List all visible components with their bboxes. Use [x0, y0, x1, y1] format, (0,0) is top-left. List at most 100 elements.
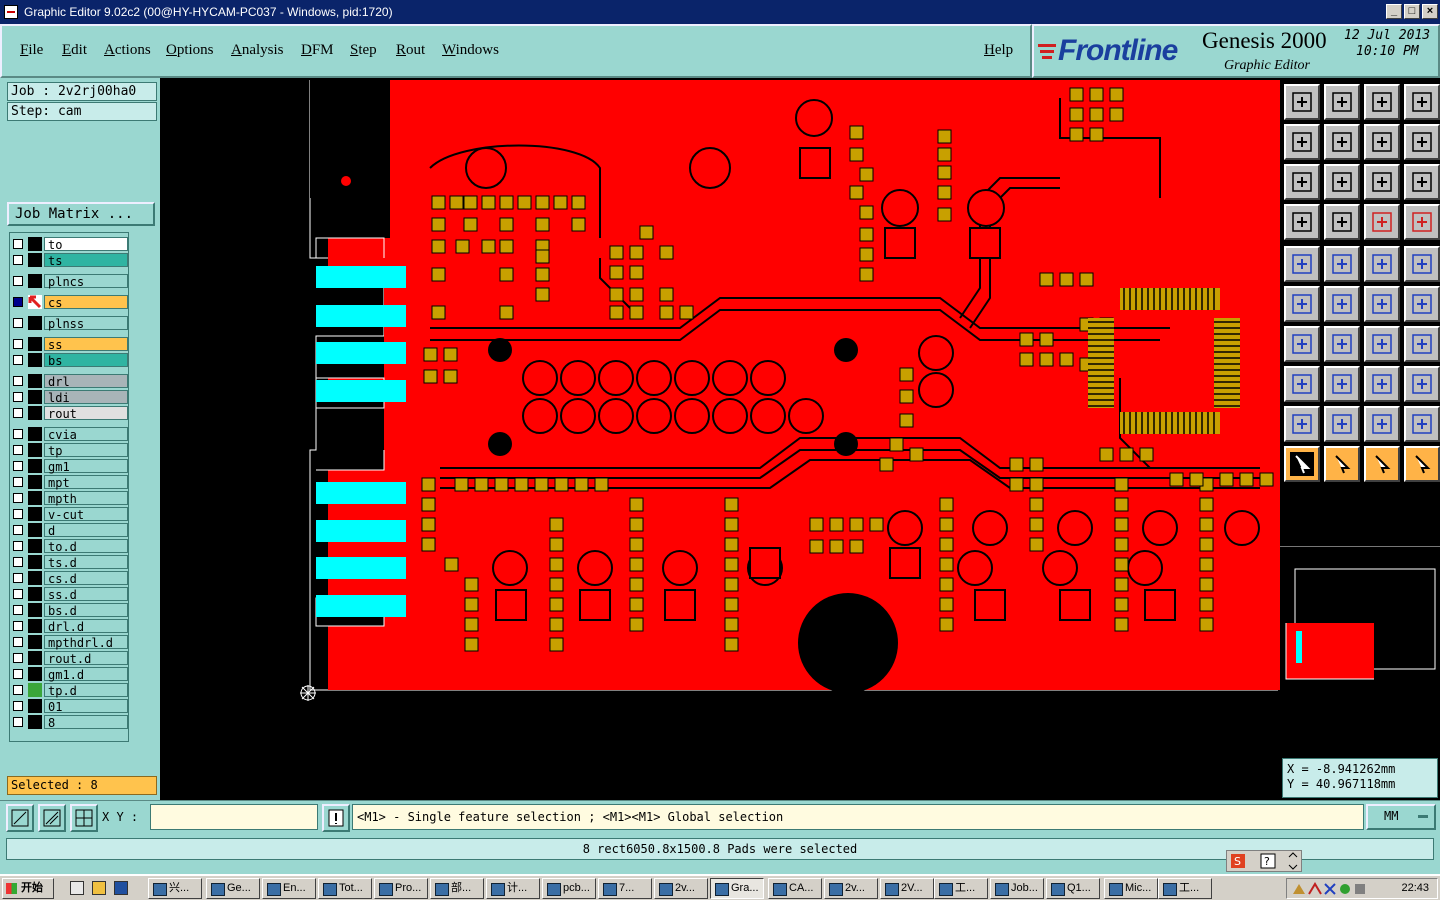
layer-checkbox[interactable] [13, 717, 23, 727]
mirror-button[interactable] [1404, 326, 1440, 362]
minus-button[interactable] [1324, 366, 1360, 402]
taskbar-button[interactable]: Job... [990, 878, 1044, 899]
job-matrix-button[interactable]: Job Matrix ... [7, 202, 155, 226]
line-button[interactable] [1284, 326, 1320, 362]
layer-checkbox[interactable] [13, 276, 23, 286]
start-button[interactable]: 开始 [2, 878, 54, 899]
taskbar-button[interactable]: Tot... [318, 878, 372, 899]
taskbar-button[interactable]: Ge... [206, 878, 260, 899]
layer-name[interactable]: ss.d [44, 587, 128, 602]
graphics-canvas[interactable] [160, 78, 1280, 800]
taskbar-button[interactable]: Pro... [374, 878, 428, 899]
layer-checkbox[interactable] [13, 408, 23, 418]
cross-button[interactable] [1324, 286, 1360, 322]
layer-checkbox[interactable] [13, 685, 23, 695]
layer-checkbox[interactable] [13, 355, 23, 365]
draw-button[interactable] [1324, 326, 1360, 362]
layer-checkbox[interactable] [13, 392, 23, 402]
layer-row[interactable]: to [10, 237, 128, 252]
pcb-view[interactable] [160, 78, 1280, 800]
menu-analysis[interactable]: Analysis [231, 42, 284, 59]
layer-name[interactable]: mpt [44, 475, 128, 490]
copy-button[interactable] [1404, 406, 1440, 442]
layer-checkbox[interactable] [13, 557, 23, 567]
layer-row[interactable]: rout [10, 406, 128, 421]
home-button[interactable] [1364, 84, 1400, 120]
layer-checkbox[interactable] [13, 255, 23, 265]
layer-checkbox[interactable] [13, 239, 23, 249]
layer-row[interactable]: drl [10, 374, 128, 389]
layer-name[interactable]: to.d [44, 539, 128, 554]
layer-checkbox[interactable] [13, 621, 23, 631]
menu-help[interactable]: Help [984, 42, 1013, 59]
taskbar-button[interactable]: 2v... [654, 878, 708, 899]
layer-row[interactable]: cs [10, 295, 128, 310]
layer-checkbox[interactable] [13, 541, 23, 551]
layer-name[interactable]: ts.d [44, 555, 128, 570]
layer-marker[interactable] [28, 459, 42, 473]
quicklaunch-icon[interactable] [92, 881, 106, 895]
layer-marker[interactable] [28, 651, 42, 665]
maximize-button[interactable]: □ [1404, 4, 1420, 19]
menu-step[interactable]: Step [350, 42, 377, 59]
layer-marker[interactable] [28, 427, 42, 441]
layer-checkbox[interactable] [13, 573, 23, 583]
overview-canvas[interactable] [1280, 547, 1440, 757]
pan-left-button[interactable] [1284, 124, 1320, 160]
open-step-button[interactable] [1284, 84, 1320, 120]
triangle-button[interactable] [1284, 406, 1320, 442]
layer-name[interactable]: mpth [44, 491, 128, 506]
layer-checkbox[interactable] [13, 589, 23, 599]
grid-button[interactable] [70, 804, 98, 832]
layer-row[interactable]: ldi [10, 390, 128, 405]
measure-tool-button[interactable] [1284, 204, 1320, 240]
rotate-button[interactable] [1364, 326, 1400, 362]
work-layer-arrow-icon[interactable] [28, 295, 42, 309]
layer-name[interactable]: 01 [44, 699, 128, 714]
taskbar-button[interactable]: 2V... [880, 878, 934, 899]
zoom-area-button[interactable] [6, 804, 34, 832]
layer-marker[interactable] [28, 619, 42, 633]
layer-checkbox[interactable] [13, 376, 23, 386]
ime-icons[interactable]: S ? [1227, 851, 1303, 871]
taskbar-button[interactable]: En... [262, 878, 316, 899]
desktop-icon[interactable] [70, 881, 84, 895]
layer-row[interactable]: 01 [10, 699, 128, 714]
layer-marker[interactable] [28, 523, 42, 537]
layer-checkbox[interactable] [13, 461, 23, 471]
menu-options[interactable]: Options [166, 42, 214, 59]
layer-row[interactable]: ts.d [10, 555, 128, 570]
layer-marker[interactable] [28, 316, 42, 330]
peak-button[interactable] [1324, 406, 1360, 442]
fit-screen-button[interactable] [1284, 164, 1320, 200]
layer-name[interactable]: v-cut [44, 507, 128, 522]
ruler-button[interactable] [1364, 246, 1400, 282]
measure-button[interactable] [38, 804, 66, 832]
layer-row[interactable]: plnss [10, 316, 128, 331]
layer-name[interactable]: plncs [44, 274, 128, 289]
layer-multi-button[interactable] [1404, 204, 1440, 240]
layer-marker[interactable] [28, 715, 42, 729]
xy-input[interactable] [150, 804, 318, 830]
layer-name[interactable]: rout [44, 406, 128, 421]
edit-button[interactable] [1324, 246, 1360, 282]
layer-name[interactable]: bs [44, 353, 128, 368]
taskbar-button[interactable]: 2v... [824, 878, 878, 899]
tray-icons[interactable] [1291, 880, 1381, 898]
arch-button[interactable] [1364, 406, 1400, 442]
layer-checkbox[interactable] [13, 318, 23, 328]
pointer-button[interactable] [1284, 446, 1320, 482]
layer-row[interactable]: drl.d [10, 619, 128, 634]
layer-name[interactable]: tp [44, 443, 128, 458]
taskbar-button[interactable]: Q1... [1046, 878, 1100, 899]
taskbar-button[interactable]: Gra... [710, 878, 764, 899]
taskbar-button[interactable]: 工... [934, 878, 988, 899]
menu-actions[interactable]: Actions [104, 42, 151, 59]
taskbar-button[interactable]: CA... [768, 878, 822, 899]
help-button[interactable] [1404, 164, 1440, 200]
select-touch-button[interactable] [1364, 446, 1400, 482]
taskbar-button[interactable]: 计... [486, 878, 540, 899]
layer-marker[interactable] [28, 491, 42, 505]
taskbar-button[interactable]: 工... [1158, 878, 1212, 899]
layer-name[interactable]: tp.d [44, 683, 128, 698]
